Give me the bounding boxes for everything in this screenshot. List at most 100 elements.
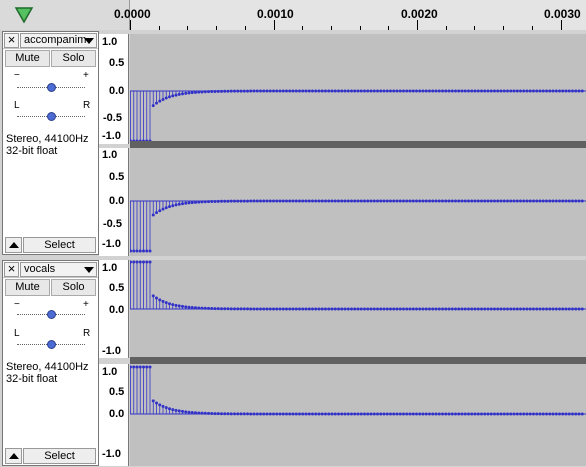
amp-label: -1.0: [102, 448, 121, 460]
sample-dot: [522, 307, 526, 311]
sample-dot: [480, 307, 483, 311]
sample-dot: [382, 307, 386, 311]
sample-dot: [359, 89, 363, 93]
sample-dot: [564, 307, 568, 311]
pan-slider[interactable]: [17, 112, 85, 122]
sample-dot: [229, 307, 233, 311]
sample-dot: [363, 199, 366, 203]
play-head-icon[interactable]: [12, 4, 36, 26]
sample-dot: [554, 199, 558, 203]
collapse-track-button[interactable]: [5, 448, 22, 464]
sample-dot: [200, 411, 204, 415]
sample-dot: [418, 307, 422, 311]
sample-dot: [574, 89, 578, 93]
sample-dot: [197, 411, 201, 415]
sample-dot: [142, 260, 145, 264]
sample-dot: [528, 89, 532, 93]
sample-dot: [499, 199, 503, 203]
sample-dot: [298, 307, 301, 311]
sample-dot: [307, 89, 311, 93]
sample-dot: [437, 307, 441, 311]
track-name: accompanim: [24, 34, 87, 46]
sample-dot: [161, 97, 165, 101]
ruler-minor-tick: [216, 26, 218, 30]
select-track-button[interactable]: Select: [23, 448, 96, 464]
sample-dot: [288, 412, 292, 416]
sample-dot: [525, 412, 529, 416]
track-control-panel[interactable]: × vocals Mute Solo − + L R Stereo, 44100…: [2, 260, 99, 466]
track-control-panel[interactable]: × accompanim Mute Solo − + L R Stereo, 4…: [2, 31, 99, 255]
sample-dot: [428, 307, 431, 311]
waveform-channel-left[interactable]: [129, 34, 586, 143]
sample-dot: [340, 307, 344, 311]
sample-dot: [242, 199, 246, 203]
sample-dot: [327, 307, 331, 311]
sample-dot: [220, 412, 223, 416]
sample-dot: [577, 412, 581, 416]
track-name-menu[interactable]: accompanim: [20, 33, 97, 48]
pan-slider-thumb[interactable]: [47, 112, 56, 121]
timeline-ruler[interactable]: 0.0000 0.0010 0.0020 0.0030: [0, 0, 586, 30]
sample-dot: [301, 199, 305, 203]
sample-dot: [437, 412, 441, 416]
gain-slider-thumb[interactable]: [47, 83, 56, 92]
sample-dot: [246, 412, 249, 416]
sample-dot: [551, 199, 555, 203]
ruler-scale[interactable]: 0.0000 0.0010 0.0020 0.0030: [114, 0, 586, 30]
close-track-button[interactable]: ×: [4, 33, 19, 48]
sample-dot: [320, 199, 324, 203]
sample-dot: [486, 412, 490, 416]
sample-dot: [177, 202, 181, 206]
sample-dot: [434, 412, 438, 416]
collapse-track-button[interactable]: [5, 237, 22, 253]
sample-dot: [454, 307, 457, 311]
sample-dot: [486, 89, 490, 93]
pan-slider[interactable]: [17, 340, 85, 350]
waveform-channel-left[interactable]: [129, 260, 586, 357]
sample-dot: [353, 199, 357, 203]
sample-dot: [551, 307, 555, 311]
sample-dot: [454, 89, 457, 93]
sample-dot: [161, 299, 165, 303]
amp-label: 0.0: [109, 85, 125, 97]
sample-dot: [467, 307, 470, 311]
sample-dot: [476, 412, 480, 416]
sample-dot: [233, 199, 236, 203]
gain-slider[interactable]: [17, 83, 85, 93]
sample-dot: [262, 89, 266, 93]
close-track-button[interactable]: ×: [4, 262, 19, 277]
sample-dot: [190, 306, 194, 310]
sample-dot: [233, 89, 236, 93]
waveform-channel-right[interactable]: [129, 364, 586, 466]
sample-dot: [262, 412, 266, 416]
sample-dot: [496, 199, 500, 203]
waveform-channel-right[interactable]: [129, 148, 586, 256]
sample-dot: [382, 89, 386, 93]
sample-dot: [356, 89, 360, 93]
sample-dot: [506, 89, 509, 93]
sample-dot: [330, 89, 334, 93]
solo-button[interactable]: Solo: [51, 279, 96, 296]
sample-dot: [236, 199, 240, 203]
pan-slider-thumb[interactable]: [47, 340, 56, 349]
sample-dot: [541, 89, 545, 93]
sample-dot: [155, 101, 158, 105]
sample-dot: [233, 412, 236, 416]
track-name-menu[interactable]: vocals: [20, 262, 97, 277]
solo-button[interactable]: Solo: [51, 50, 96, 67]
sample-dot: [580, 89, 584, 93]
select-track-button[interactable]: Select: [23, 237, 96, 253]
mute-button[interactable]: Mute: [5, 279, 50, 296]
gain-slider[interactable]: [17, 310, 85, 320]
sample-dot: [265, 89, 269, 93]
sample-dot: [346, 307, 350, 311]
sample-dot: [379, 307, 383, 311]
gain-slider-thumb[interactable]: [47, 310, 56, 319]
sample-dot: [177, 92, 181, 96]
sample-dot: [181, 92, 184, 96]
sample-dot: [411, 307, 415, 311]
mute-button[interactable]: Mute: [5, 50, 50, 67]
sample-dot: [554, 307, 558, 311]
sample-dot: [171, 94, 175, 98]
sample-dot: [486, 307, 490, 311]
